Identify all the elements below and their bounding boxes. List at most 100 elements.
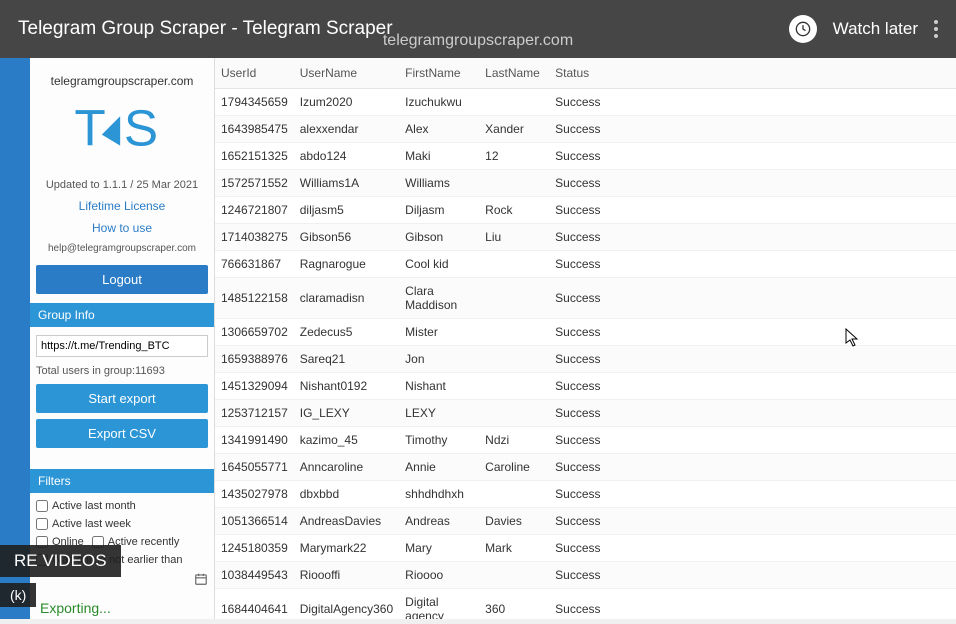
group-url-input[interactable]: [36, 335, 208, 357]
how-to-use-link[interactable]: How to use: [36, 217, 208, 239]
col-header-lastname[interactable]: LastName: [479, 58, 549, 89]
filter-last-week-checkbox[interactable]: [36, 518, 48, 530]
cell: Alex: [399, 116, 479, 143]
cell: 1659388976: [215, 346, 294, 373]
cell: Andreas: [399, 508, 479, 535]
col-header-status[interactable]: Status: [549, 58, 609, 89]
table-row[interactable]: 1714038275Gibson56GibsonLiuSuccess: [215, 224, 956, 251]
table-row[interactable]: 1051366514AndreasDaviesAndreasDaviesSucc…: [215, 508, 956, 535]
col-spacer: [609, 58, 956, 89]
cell: [479, 346, 549, 373]
cell: Success: [549, 197, 609, 224]
table-row[interactable]: 1645055771AnncarolineAnnieCarolineSucces…: [215, 454, 956, 481]
table-row[interactable]: 1652151325abdo124Maki12Success: [215, 143, 956, 170]
cell: 1572571552: [215, 170, 294, 197]
watch-later-label[interactable]: Watch later: [833, 19, 918, 39]
cell: kazimo_45: [294, 427, 399, 454]
lifetime-license-link[interactable]: Lifetime License: [36, 195, 208, 217]
cell: Williams1A: [294, 170, 399, 197]
table-row[interactable]: 1794345659Izum2020IzuchukwuSuccess: [215, 89, 956, 116]
cell: Caroline: [479, 454, 549, 481]
cell-spacer: [609, 508, 956, 535]
cell-spacer: [609, 89, 956, 116]
cell: Gibson: [399, 224, 479, 251]
table-row[interactable]: 1435027978dbxbbdshhdhdhxhSuccess: [215, 481, 956, 508]
cell: Success: [549, 319, 609, 346]
filters-header: Filters: [30, 469, 214, 493]
more-icon[interactable]: [934, 20, 938, 38]
table-row[interactable]: 1038449543RioooffiRiooooSuccess: [215, 562, 956, 589]
cell: Success: [549, 427, 609, 454]
cell: 1306659702: [215, 319, 294, 346]
cell: [479, 400, 549, 427]
k-overlay: (k): [0, 583, 36, 607]
cell-spacer: [609, 278, 956, 319]
table-row[interactable]: 1684404641DigitalAgency360Digital agency…: [215, 589, 956, 620]
cell: Mister: [399, 319, 479, 346]
cell: Digital agency: [399, 589, 479, 620]
table-row[interactable]: 1246721807diljasm5DiljasmRockSuccess: [215, 197, 956, 224]
cell: Anncaroline: [294, 454, 399, 481]
cell: Success: [549, 508, 609, 535]
cell: Success: [549, 562, 609, 589]
calendar-icon[interactable]: [194, 572, 208, 589]
cell: diljasm5: [294, 197, 399, 224]
table-row[interactable]: 1451329094Nishant0192NishantSuccess: [215, 373, 956, 400]
cell: Annie: [399, 454, 479, 481]
cell: IG_LEXY: [294, 400, 399, 427]
cell: 1652151325: [215, 143, 294, 170]
youtube-controls: Watch later: [789, 15, 938, 43]
video-title: Telegram Group Scraper - Telegram Scrape…: [18, 18, 393, 40]
cell: 1038449543: [215, 562, 294, 589]
app-window: telegramgroupscraper.com T S Updated to …: [0, 58, 956, 619]
table-row[interactable]: 1253712157IG_LEXYLEXYSuccess: [215, 400, 956, 427]
table-row[interactable]: 1643985475alexxendarAlexXanderSuccess: [215, 116, 956, 143]
cell: Zedecus5: [294, 319, 399, 346]
logout-button[interactable]: Logout: [36, 265, 208, 294]
cell: 12: [479, 143, 549, 170]
cell: [479, 481, 549, 508]
cell: Ragnarogue: [294, 251, 399, 278]
cell: [479, 278, 549, 319]
cell: [479, 373, 549, 400]
cell: Success: [549, 535, 609, 562]
cell: Mark: [479, 535, 549, 562]
table-row[interactable]: 1572571552Williams1AWilliamsSuccess: [215, 170, 956, 197]
table-row[interactable]: 1341991490kazimo_45TimothyNdziSuccess: [215, 427, 956, 454]
users-table: UserIdUserNameFirstNameLastNameStatus 17…: [215, 58, 956, 619]
cell-spacer: [609, 562, 956, 589]
cell: [479, 319, 549, 346]
cell: dbxbbd: [294, 481, 399, 508]
table-row[interactable]: 1306659702Zedecus5Mister Success: [215, 319, 956, 346]
start-export-button[interactable]: Start export: [36, 384, 208, 413]
cell: Ndzi: [479, 427, 549, 454]
cell-spacer: [609, 346, 956, 373]
table-row[interactable]: 1485122158claramadisnClara MaddisonSucce…: [215, 278, 956, 319]
cell: Marymark22: [294, 535, 399, 562]
table-row[interactable]: 1659388976Sareq21JonSuccess: [215, 346, 956, 373]
cell-spacer: [609, 427, 956, 454]
cell: Nishant0192: [294, 373, 399, 400]
cell: abdo124: [294, 143, 399, 170]
export-csv-button[interactable]: Export CSV: [36, 419, 208, 448]
cell-spacer: [609, 319, 956, 346]
col-header-userid[interactable]: UserId: [215, 58, 294, 89]
filter-last-month-checkbox[interactable]: [36, 500, 48, 512]
col-header-username[interactable]: UserName: [294, 58, 399, 89]
cell: Success: [549, 143, 609, 170]
table-row[interactable]: 766631867RagnarogueCool kidSuccess: [215, 251, 956, 278]
svg-text:S: S: [124, 100, 158, 157]
cell: [479, 562, 549, 589]
cell: DigitalAgency360: [294, 589, 399, 620]
cell: 1451329094: [215, 373, 294, 400]
cell: Success: [549, 346, 609, 373]
cell: 1341991490: [215, 427, 294, 454]
watch-later-icon[interactable]: [789, 15, 817, 43]
cell: claramadisn: [294, 278, 399, 319]
cell: 1684404641: [215, 589, 294, 620]
cell: Sareq21: [294, 346, 399, 373]
table-row[interactable]: 1245180359Marymark22MaryMarkSuccess: [215, 535, 956, 562]
cell: Clara Maddison: [399, 278, 479, 319]
col-header-firstname[interactable]: FirstName: [399, 58, 479, 89]
cell: [479, 170, 549, 197]
